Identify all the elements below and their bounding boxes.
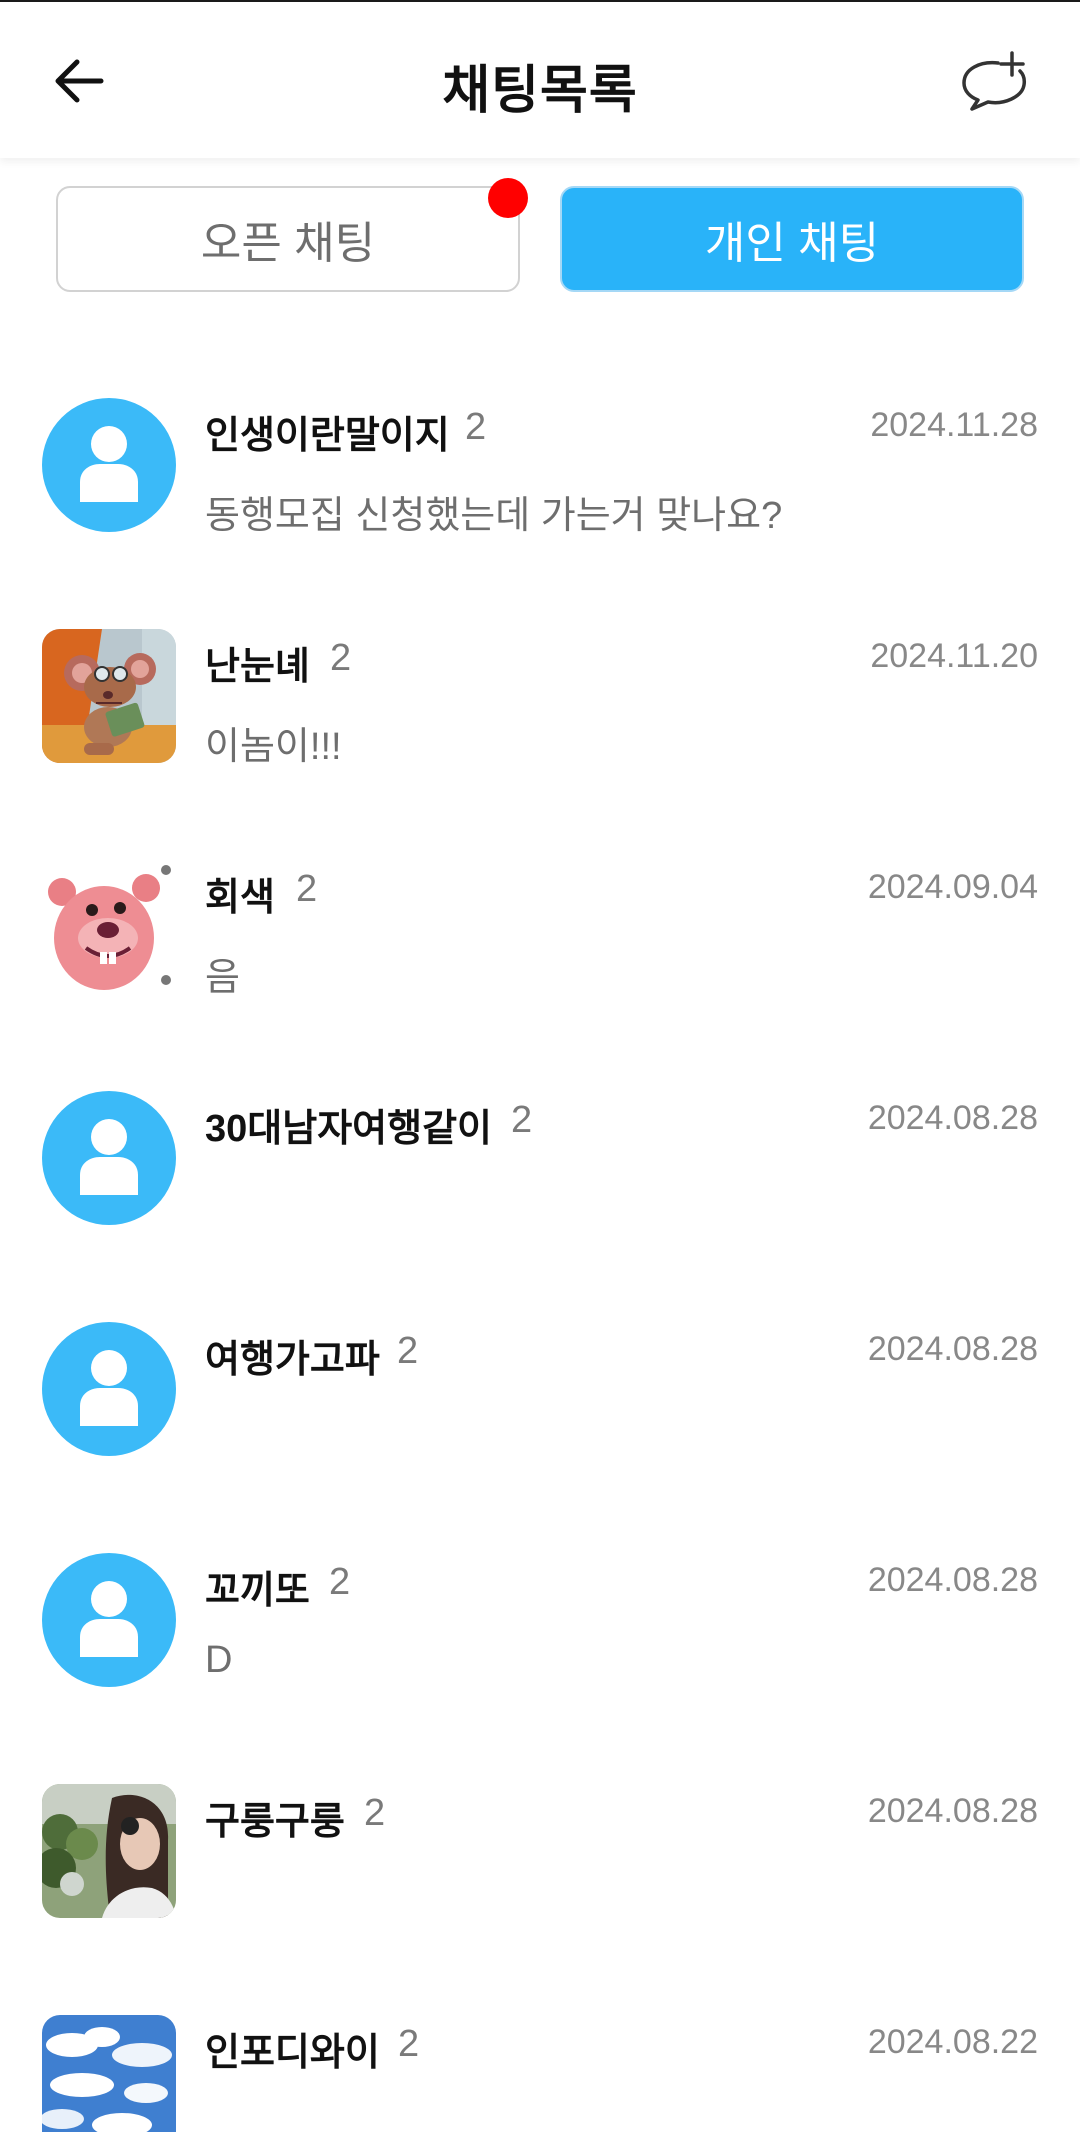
avatar: [42, 629, 176, 763]
chat-date: 2024.08.28: [867, 1330, 1038, 1368]
last-message: 이놈이!!!: [205, 726, 342, 768]
chat-date: 2024.08.28: [867, 1099, 1038, 1137]
chat-name: 인생이란말이지: [205, 415, 450, 457]
chat-name: 여행가고파: [205, 1339, 380, 1381]
chat-list-item[interactable]: 여행가고파 2 2024.08.28: [0, 1290, 1080, 1521]
chat-date: 2024.11.20: [870, 637, 1038, 675]
chat-name: 회색: [205, 877, 275, 919]
page-title: 채팅목록: [442, 62, 638, 120]
member-count: 2: [364, 1792, 386, 1834]
member-count: 2: [296, 868, 318, 910]
avatar: [42, 1784, 176, 1918]
last-message: D: [205, 1639, 233, 1681]
notification-badge: [488, 178, 528, 218]
chat-name: 30대남자여행같이: [205, 1108, 492, 1150]
chat-list-item[interactable]: 꼬끼또 2 2024.08.28 D: [0, 1521, 1080, 1752]
member-count: 2: [329, 1561, 351, 1603]
avatar: [42, 398, 176, 532]
chat-date: 2024.08.28: [867, 1561, 1038, 1599]
chat-name: 인포디와이: [205, 2032, 380, 2074]
tab-open-chat[interactable]: 오픈 채팅: [56, 186, 520, 292]
default-avatar-icon: [80, 426, 138, 502]
chat-name: 꼬끼또: [205, 1570, 310, 1612]
chat-date: 2024.11.28: [870, 406, 1038, 444]
chat-list-item[interactable]: 30대남자여행같이 2 2024.08.28: [0, 1059, 1080, 1290]
chat-list-item[interactable]: 구룽구룽 2 2024.08.28: [0, 1752, 1080, 1983]
chat-date: 2024.08.28: [867, 1792, 1038, 1830]
person-photo-avatar: [42, 1784, 176, 1918]
avatar: [42, 1553, 176, 1687]
avatar: [42, 1322, 176, 1456]
member-count: 2: [465, 406, 487, 448]
avatar: [42, 1091, 176, 1225]
member-count: 2: [397, 1330, 419, 1372]
chat-list-screen: 채팅목록 오픈 채팅 개인 채팅 인생이란말이지 2 2024.11.28 동행…: [0, 0, 1080, 2132]
default-avatar-icon: [80, 1119, 138, 1195]
avatar: [42, 860, 176, 994]
chat-date: 2024.09.04: [867, 868, 1038, 906]
member-count: 2: [330, 637, 352, 679]
last-message: 음: [205, 957, 240, 999]
chat-list-item[interactable]: 난눈녜 2 2024.11.20 이놈이!!!: [0, 597, 1080, 828]
new-chat-button[interactable]: [954, 46, 1034, 116]
chat-date: 2024.08.22: [867, 2023, 1038, 2061]
chat-name: 난눈녜: [205, 646, 310, 688]
avatar: [42, 2015, 176, 2132]
chat-name: 구룽구룽: [205, 1801, 345, 1843]
member-count: 2: [511, 1099, 533, 1141]
member-count: 2: [398, 2023, 420, 2065]
app-header: 채팅목록: [0, 0, 1080, 158]
new-chat-bubble-icon: [962, 51, 1026, 111]
default-avatar-icon: [80, 1350, 138, 1426]
chat-list-item[interactable]: 회색 2 2024.09.04 음: [0, 828, 1080, 1059]
sky-clouds-avatar: [42, 2015, 176, 2132]
last-message: 동행모집 신청했는데 가는거 맞나요?: [205, 495, 783, 537]
tab-private-chat[interactable]: 개인 채팅: [560, 186, 1024, 292]
pink-beaver-avatar: [42, 860, 176, 994]
chat-list-item[interactable]: 인포디와이 2 2024.08.22: [0, 1983, 1080, 2132]
chat-list-item[interactable]: 인생이란말이지 2 2024.11.28 동행모집 신청했는데 가는거 맞나요?: [0, 366, 1080, 597]
cartoon-mouse-avatar: [42, 629, 176, 763]
default-avatar-icon: [80, 1581, 138, 1657]
